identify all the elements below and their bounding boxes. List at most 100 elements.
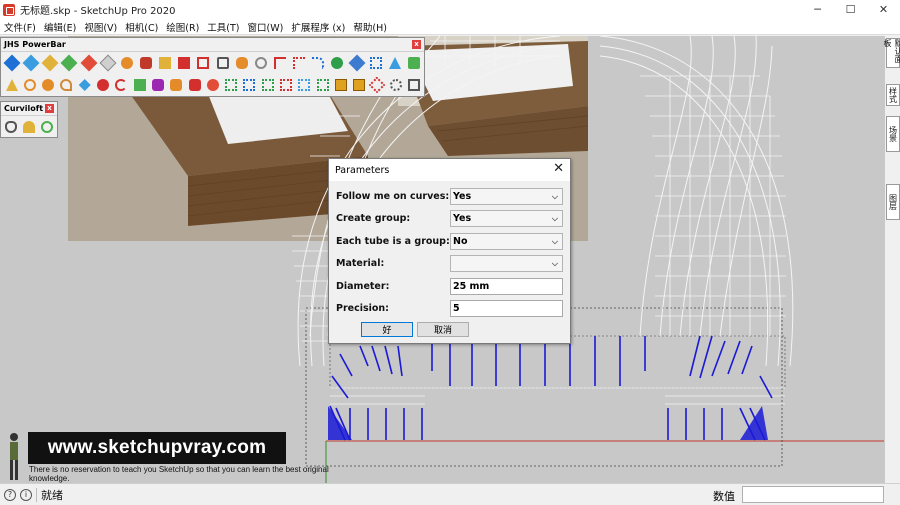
row-diameter: Diameter: 25 mm <box>336 277 566 295</box>
skin-contours-icon[interactable] <box>21 118 38 136</box>
maximize-button[interactable]: ☐ <box>834 0 867 19</box>
jhs-powerbar-toolbar: JHS PowerBar x <box>0 37 425 97</box>
window-controls: ─ ☐ ✕ <box>801 0 900 19</box>
curviloft-toolbar: Curviloft x <box>0 101 58 138</box>
geo-location-icon[interactable]: ? <box>4 488 16 501</box>
tool-icon[interactable] <box>149 76 166 94</box>
toolbar-title: Curviloft x <box>1 102 57 116</box>
tool-icon[interactable] <box>387 76 404 94</box>
toolbar-row-2 <box>1 74 424 96</box>
tool-icon[interactable] <box>223 76 240 94</box>
dialog-title: Parameters <box>335 164 390 176</box>
menu-help[interactable]: 帮助(H) <box>349 20 391 34</box>
tool-icon[interactable] <box>309 54 327 72</box>
dock-tab-layers[interactable]: 图层 <box>886 184 900 220</box>
tool-icon[interactable] <box>259 76 276 94</box>
menu-window[interactable]: 窗口(W) <box>244 20 288 34</box>
divider <box>36 487 37 502</box>
tool-icon[interactable] <box>314 76 331 94</box>
close-window-button[interactable]: ✕ <box>867 0 900 19</box>
tool-icon[interactable] <box>21 76 38 94</box>
tool-icon[interactable] <box>131 76 148 94</box>
toolbar-close-icon[interactable]: x <box>412 40 421 49</box>
tool-icon[interactable] <box>194 54 212 72</box>
tool-icon[interactable] <box>406 76 423 94</box>
precision-input[interactable]: 5 <box>450 299 563 317</box>
tool-icon[interactable] <box>118 54 136 72</box>
tool-icon[interactable] <box>41 54 59 72</box>
tool-icon[interactable] <box>405 54 423 72</box>
sketchup-app-icon <box>3 3 15 16</box>
tool-icon[interactable] <box>328 54 346 72</box>
tool-icon[interactable] <box>94 76 111 94</box>
tool-icon[interactable] <box>80 54 98 72</box>
diameter-input[interactable]: 25 mm <box>450 277 563 295</box>
tool-icon[interactable] <box>186 76 203 94</box>
dock-tab-scenes[interactable]: 场景 <box>886 116 900 152</box>
tool-icon[interactable] <box>290 54 308 72</box>
warning-icon[interactable] <box>3 76 20 94</box>
window-title: 无标题.skp - SketchUp Pro 2020 <box>20 6 176 17</box>
tool-icon[interactable] <box>351 76 368 94</box>
select-material[interactable]: ⌵ <box>450 254 563 272</box>
select-follow-me[interactable]: Yes ⌵ <box>450 187 563 205</box>
tool-icon[interactable] <box>271 54 289 72</box>
chevron-down-icon: ⌵ <box>551 191 558 201</box>
tool-icon[interactable] <box>241 76 258 94</box>
select-create-group[interactable]: Yes ⌵ <box>450 209 563 227</box>
tool-icon[interactable] <box>348 54 366 72</box>
label-tube-group: Each tube is a group: <box>336 235 450 247</box>
loft-along-path-icon[interactable] <box>39 118 56 136</box>
menu-tools[interactable]: 工具(T) <box>203 20 243 34</box>
dock-tab-default-tray[interactable]: 默认面板 <box>883 38 900 68</box>
menu-edit[interactable]: 编辑(E) <box>40 20 80 34</box>
tool-icon[interactable] <box>252 54 270 72</box>
measurements-input[interactable] <box>742 486 884 503</box>
toolbar-row-1 <box>1 52 424 74</box>
select-tube-group[interactable]: No ⌵ <box>450 232 563 250</box>
menu-extensions[interactable]: 扩展程序 (x) <box>287 20 349 34</box>
tool-icon[interactable] <box>214 54 232 72</box>
chevron-down-icon: ⌵ <box>551 213 558 223</box>
title-bar: 无标题.skp - SketchUp Pro 2020 ─ ☐ ✕ <box>0 0 900 19</box>
tool-icon[interactable] <box>367 54 385 72</box>
dock-tab-styles[interactable]: 样式 <box>886 84 900 106</box>
tool-icon[interactable] <box>137 54 155 72</box>
loft-by-spline-icon[interactable] <box>3 118 20 136</box>
label-follow-me: Follow me on curves: <box>336 190 450 202</box>
minimize-button[interactable]: ─ <box>801 0 834 19</box>
dialog-close-icon[interactable]: ✕ <box>553 162 564 176</box>
tool-icon[interactable] <box>76 76 93 94</box>
row-material: Material: ⌵ <box>336 254 566 272</box>
menu-camera[interactable]: 相机(C) <box>121 20 162 34</box>
tool-icon[interactable] <box>204 76 221 94</box>
tool-icon[interactable] <box>368 76 386 94</box>
tool-icon[interactable] <box>168 76 185 94</box>
tool-icon[interactable] <box>332 76 349 94</box>
info-icon[interactable]: i <box>20 488 32 501</box>
tool-icon[interactable] <box>22 54 40 72</box>
tool-icon[interactable] <box>99 54 117 72</box>
toolbar-close-icon[interactable]: x <box>45 104 54 113</box>
tool-icon[interactable] <box>60 54 78 72</box>
ok-button[interactable]: 好 <box>361 322 413 337</box>
tool-icon[interactable] <box>233 54 251 72</box>
tool-icon[interactable] <box>277 76 294 94</box>
cancel-button[interactable]: 取消 <box>417 322 469 337</box>
tool-icon[interactable] <box>386 54 404 72</box>
menu-view[interactable]: 视图(V) <box>80 20 121 34</box>
menu-file[interactable]: 文件(F) <box>0 20 40 34</box>
menu-draw[interactable]: 绘图(R) <box>162 20 203 34</box>
dialog-title-bar: Parameters ✕ <box>329 159 570 181</box>
tool-icon[interactable] <box>3 54 21 72</box>
tool-icon[interactable] <box>156 54 174 72</box>
tool-icon[interactable] <box>175 54 193 72</box>
watermark-banner: www.sketchupvray.com <box>28 432 286 464</box>
watermark-caption: There is no reservation to teach you Ske… <box>29 465 329 483</box>
tool-icon[interactable] <box>113 76 130 94</box>
chevron-down-icon: ⌵ <box>551 236 558 246</box>
tool-icon[interactable] <box>296 76 313 94</box>
chevron-down-icon: ⌵ <box>551 258 558 268</box>
tool-icon[interactable] <box>58 76 75 94</box>
tool-icon[interactable] <box>40 76 57 94</box>
